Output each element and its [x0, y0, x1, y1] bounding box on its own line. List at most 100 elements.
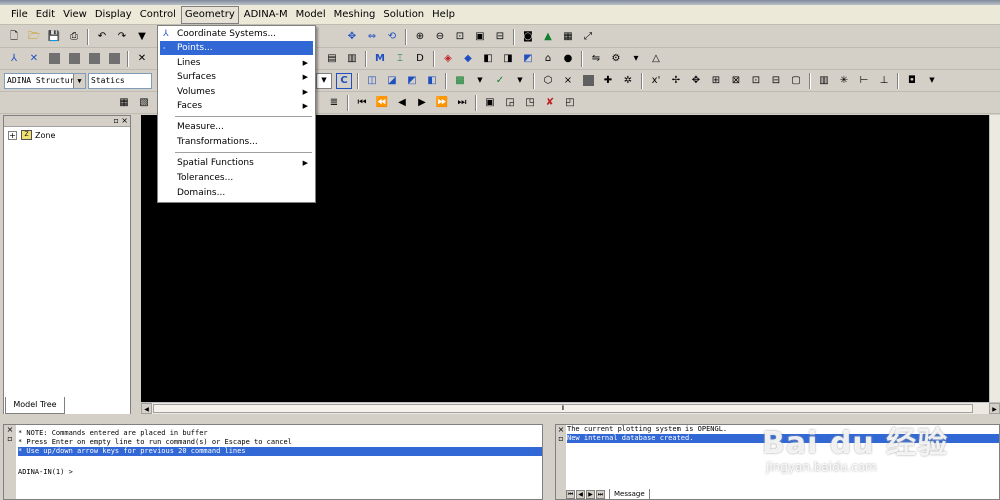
delete-icon[interactable]: ✕ [134, 51, 150, 67]
view-side-icon[interactable]: ◪ [384, 73, 400, 89]
wire-icon[interactable]: ⬡ [540, 73, 556, 89]
step-back-icon[interactable]: ◀ [394, 95, 410, 111]
plot-icon[interactable]: ▦ [560, 29, 576, 45]
menu-item-transformations[interactable]: Transformations... [160, 135, 313, 149]
cross-icon[interactable]: × [560, 73, 576, 89]
gear-icon[interactable]: ✲ [620, 73, 636, 89]
scroll-left-icon[interactable]: ◀ [141, 403, 152, 414]
menu-adina-m[interactable]: ADINA-M [241, 6, 291, 24]
block-sixth-icon[interactable] [580, 73, 596, 89]
menu-item-spatial-functions[interactable]: Spatial Functions ▶ [160, 156, 313, 170]
next-tab-icon[interactable]: ▶ [586, 490, 595, 499]
block-fourth-icon[interactable] [106, 51, 122, 67]
cube-alt-icon[interactable]: ◨ [500, 51, 516, 67]
command-window[interactable]: × ▫ * NOTE: Commands entered are placed … [3, 424, 543, 500]
camera-icon[interactable]: ◙ [520, 29, 536, 45]
truss-icon[interactable]: ⊥ [876, 73, 892, 89]
load-icon[interactable]: ✥ [688, 73, 704, 89]
menu-control[interactable]: Control [137, 6, 179, 24]
result-table-icon[interactable]: ▦ [116, 95, 132, 111]
close-icon[interactable]: × [4, 425, 16, 434]
save-icon[interactable]: 💾 [46, 29, 62, 45]
menu-display[interactable]: Display [92, 6, 135, 24]
redo-icon[interactable]: ↷ [114, 29, 130, 45]
axes-alt-icon[interactable]: ✕ [26, 51, 42, 67]
menu-view[interactable]: View [60, 6, 90, 24]
first-frame-icon[interactable]: ⏮ [354, 95, 370, 111]
menu-geometry[interactable]: Geometry [180, 5, 239, 24]
view-front-icon[interactable]: ◫ [364, 73, 380, 89]
view-iso-icon[interactable]: ◧ [424, 73, 440, 89]
plus-icon[interactable]: ✚ [600, 73, 616, 89]
check-dropdown-icon[interactable]: ▼ [512, 73, 528, 89]
list-icon[interactable]: ≣ [326, 95, 342, 111]
grid-alt-icon[interactable]: ▥ [344, 51, 360, 67]
menu-solution[interactable]: Solution [380, 6, 427, 24]
menu-meshing[interactable]: Meshing [331, 6, 379, 24]
menu-item-volumes[interactable]: Volumes ▶ [160, 85, 313, 99]
rotate-alt-icon[interactable]: ⟲ [384, 29, 400, 45]
program-select[interactable]: ADINA Structure ▼ [4, 72, 86, 89]
display-dropdown-icon[interactable]: ▼ [924, 73, 940, 89]
surface-icon[interactable]: ◩ [520, 51, 536, 67]
spring-icon[interactable]: ✳ [836, 73, 852, 89]
menu-item-coordinate-systems[interactable]: ⅄ Coordinate Systems... [160, 27, 313, 41]
settings-icon[interactable]: ⚙ [608, 51, 624, 67]
last-tab-icon[interactable]: ⏭ [596, 490, 605, 499]
last-frame-icon[interactable]: ⏭ [454, 95, 470, 111]
point-label-icon[interactable]: x' [648, 73, 664, 89]
mesh-icon[interactable]: ▩ [452, 73, 468, 89]
undo-icon[interactable]: ↶ [94, 29, 110, 45]
check-icon[interactable]: ✓ [492, 73, 508, 89]
filter-icon[interactable]: ▼ [134, 29, 150, 45]
combo-arrow-icon[interactable]: ▼ [316, 72, 332, 89]
command-prompt[interactable]: ADINA-IN(1) > [18, 468, 73, 476]
boundary-alt-icon[interactable]: ⊟ [768, 73, 784, 89]
vertical-scrollbar[interactable] [989, 115, 1000, 402]
dock-icon[interactable]: ▫ [4, 434, 16, 443]
rewind-icon[interactable]: ⏪ [374, 95, 390, 111]
close-icon[interactable]: × [556, 425, 566, 434]
shade-icon[interactable]: ◆ [460, 51, 476, 67]
material-icon[interactable]: M [372, 51, 388, 67]
pan-icon[interactable]: ⇔ [364, 29, 380, 45]
print-icon[interactable]: ⎙ [66, 29, 82, 45]
display-icon[interactable]: ◘ [904, 73, 920, 89]
block-alt-icon[interactable] [66, 51, 82, 67]
block-icon[interactable] [46, 51, 62, 67]
menu-item-surfaces[interactable]: Surfaces ▶ [160, 70, 313, 84]
tab-message[interactable]: Message [609, 489, 650, 500]
movie-delete-icon[interactable]: ✘ [542, 95, 558, 111]
menu-item-tolerances[interactable]: Tolerances... [160, 171, 313, 185]
new-file-icon[interactable]: 🗋 [6, 29, 22, 45]
prev-tab-icon[interactable]: ◀ [576, 490, 585, 499]
beam-icon[interactable]: ⊢ [856, 73, 872, 89]
link-icon[interactable]: ⇋ [588, 51, 604, 67]
grid-icon[interactable]: ▤ [324, 51, 340, 67]
rotate-icon[interactable]: ✥ [344, 29, 360, 45]
element-group-icon[interactable]: ⌶ [392, 51, 408, 67]
result-graph-icon[interactable]: ▧ [136, 95, 152, 111]
open-file-icon[interactable]: 🗁 [26, 29, 42, 45]
block-third-icon[interactable] [86, 51, 102, 67]
fast-forward-icon[interactable]: ⏩ [434, 95, 450, 111]
movie-save-icon[interactable]: ◲ [502, 95, 518, 111]
scroll-thumb[interactable]: ⦀ [153, 404, 973, 413]
house-icon[interactable]: ⌂ [540, 51, 556, 67]
menu-model[interactable]: Model [293, 6, 329, 24]
menu-item-faces[interactable]: Faces ▶ [160, 99, 313, 113]
cube-icon[interactable]: ◧ [480, 51, 496, 67]
axes-icon[interactable]: ⤢ [580, 29, 596, 45]
mesh-plot-icon[interactable]: ▲ [540, 29, 556, 45]
tree-item-zone[interactable]: + Z Zone [8, 130, 55, 140]
c-icon[interactable]: C [336, 72, 352, 89]
zoom-in-icon[interactable]: ⊕ [412, 29, 428, 45]
menu-item-lines[interactable]: Lines ▶ [160, 56, 313, 70]
boundary-icon[interactable]: ⊡ [748, 73, 764, 89]
element-icon[interactable]: ⊠ [728, 73, 744, 89]
movie-load-icon[interactable]: ◳ [522, 95, 538, 111]
analysis-select[interactable]: Statics [88, 72, 152, 89]
menu-file[interactable]: File [8, 6, 31, 24]
zoom-fit-icon[interactable]: ▣ [472, 29, 488, 45]
first-tab-icon[interactable]: ⏮ [566, 490, 575, 499]
